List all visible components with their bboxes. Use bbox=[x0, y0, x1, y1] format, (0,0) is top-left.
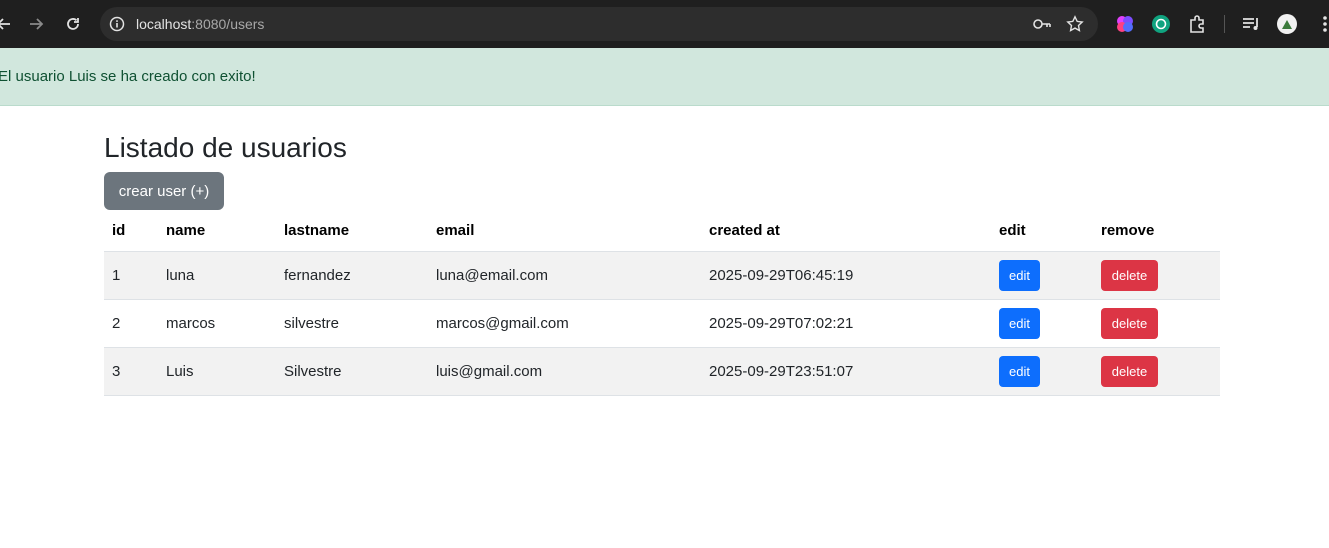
cell-remove: delete bbox=[1093, 251, 1220, 300]
browser-toolbar: localhost:8080/users bbox=[0, 0, 1329, 48]
cell-name: marcos bbox=[158, 299, 276, 348]
edit-button[interactable]: edit bbox=[999, 259, 1040, 291]
url-host: localhost bbox=[136, 16, 192, 32]
table-row: 2 marcos silvestre marcos@gmail.com 2025… bbox=[104, 299, 1220, 348]
cell-created-at: 2025-09-29T23:51:07 bbox=[701, 347, 991, 396]
table-header-row: id name lastname email created at edit r… bbox=[104, 211, 1220, 252]
cell-id: 1 bbox=[104, 251, 158, 300]
forward-arrow-icon[interactable] bbox=[24, 12, 48, 36]
cell-id: 2 bbox=[104, 299, 158, 348]
cell-edit: edit bbox=[991, 347, 1093, 396]
extensions-puzzle-icon[interactable] bbox=[1187, 13, 1209, 35]
cell-name: luna bbox=[158, 251, 276, 300]
header-remove: remove bbox=[1093, 211, 1220, 252]
delete-button[interactable]: delete bbox=[1101, 355, 1158, 387]
url-text: localhost:8080/users bbox=[136, 15, 264, 33]
delete-button[interactable]: delete bbox=[1101, 307, 1158, 339]
url-path: :8080/users bbox=[191, 16, 265, 32]
table-row: 3 Luis Silvestre luis@gmail.com 2025-09-… bbox=[104, 347, 1220, 396]
page-title: Listado de usuarios bbox=[104, 132, 347, 163]
password-key-icon[interactable] bbox=[1032, 15, 1052, 33]
delete-button[interactable]: delete bbox=[1101, 259, 1158, 291]
address-bar[interactable]: localhost:8080/users bbox=[100, 7, 1098, 41]
openai-extension-icon[interactable] bbox=[1150, 13, 1172, 35]
create-user-button[interactable]: crear user (+) bbox=[104, 172, 224, 210]
header-id: id bbox=[104, 211, 158, 252]
cell-email: luis@gmail.com bbox=[428, 347, 701, 396]
header-edit: edit bbox=[991, 211, 1093, 252]
alert-message: El usuario Luis se ha creado con exito! bbox=[0, 68, 256, 85]
header-email: email bbox=[428, 211, 701, 252]
menu-kebab-icon[interactable] bbox=[1314, 13, 1329, 35]
toolbar-divider bbox=[1224, 15, 1225, 33]
header-created-at: created at bbox=[701, 211, 991, 252]
cell-email: marcos@gmail.com bbox=[428, 299, 701, 348]
profile-avatar-icon[interactable] bbox=[1276, 13, 1298, 35]
cell-id: 3 bbox=[104, 347, 158, 396]
cell-email: luna@email.com bbox=[428, 251, 701, 300]
edit-button[interactable]: edit bbox=[999, 307, 1040, 339]
cell-remove: delete bbox=[1093, 299, 1220, 348]
back-arrow-icon[interactable] bbox=[0, 12, 16, 36]
table-row: 1 luna fernandez luna@email.com 2025-09-… bbox=[104, 251, 1220, 300]
cell-created-at: 2025-09-29T06:45:19 bbox=[701, 251, 991, 300]
cell-name: Luis bbox=[158, 347, 276, 396]
cell-lastname: silvestre bbox=[276, 299, 428, 348]
cell-edit: edit bbox=[991, 299, 1093, 348]
header-name: name bbox=[158, 211, 276, 252]
cell-lastname: Silvestre bbox=[276, 347, 428, 396]
cell-edit: edit bbox=[991, 251, 1093, 300]
success-alert: El usuario Luis se ha creado con exito! bbox=[0, 48, 1329, 106]
header-lastname: lastname bbox=[276, 211, 428, 252]
media-queue-icon[interactable] bbox=[1240, 13, 1262, 35]
brain-extension-icon[interactable] bbox=[1114, 13, 1136, 35]
edit-button[interactable]: edit bbox=[999, 355, 1040, 387]
bookmark-star-icon[interactable] bbox=[1066, 15, 1084, 33]
cell-lastname: fernandez bbox=[276, 251, 428, 300]
reload-icon[interactable] bbox=[61, 12, 85, 36]
users-table: id name lastname email created at edit r… bbox=[104, 211, 1220, 396]
cell-remove: delete bbox=[1093, 347, 1220, 396]
cell-created-at: 2025-09-29T07:02:21 bbox=[701, 299, 991, 348]
site-info-icon[interactable] bbox=[109, 16, 125, 32]
